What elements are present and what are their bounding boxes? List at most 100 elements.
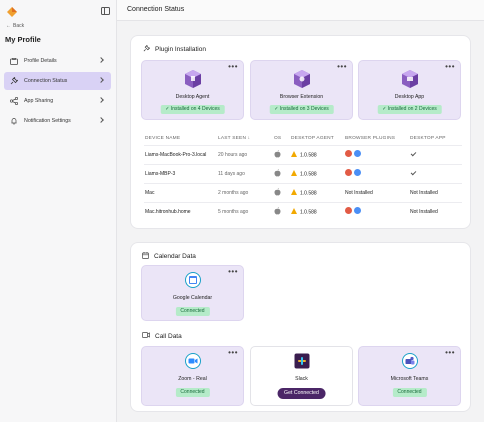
page-header: Connection Status xyxy=(117,0,484,21)
more-menu-icon[interactable]: ••• xyxy=(337,62,347,71)
status-label: Installed on 2 Devices xyxy=(387,106,437,112)
section-title: Call Data xyxy=(155,332,182,340)
last-seen: 2 months ago xyxy=(218,190,249,196)
agent-version: 1.0.588 xyxy=(291,170,317,177)
agent-version: 1.0.588 xyxy=(291,208,317,215)
microsoft-teams-icon xyxy=(401,353,418,369)
status-badge: Connected xyxy=(175,307,210,316)
sidebar-item-connection-status[interactable]: Connection Status xyxy=(4,72,111,90)
last-seen: 11 days ago xyxy=(218,171,245,177)
column-header: DESKTOP AGENT xyxy=(291,136,334,141)
agent-version: 1.0.588 xyxy=(291,189,317,196)
calendar-data-heading: Calendar Data xyxy=(142,252,196,261)
status-badge: Connected xyxy=(175,388,210,397)
google-calendar-tile[interactable]: ••• Google Calendar Connected xyxy=(141,265,244,321)
back-link[interactable]: ← Back xyxy=(6,23,24,29)
warning-icon xyxy=(291,151,297,157)
profile-title: My Profile xyxy=(5,35,41,44)
desktop-app-tile[interactable]: ••• Desktop App ✓ Installed on 2 Devices xyxy=(358,60,461,120)
last-seen: 20 hours ago xyxy=(218,152,248,158)
sidebar-item-app-sharing[interactable]: App Sharing xyxy=(4,92,111,110)
sidebar-item-label: Notification Settings xyxy=(24,118,71,124)
zoom-tile[interactable]: ••• Zoom - Real Connected xyxy=(141,346,244,406)
column-header-sortable[interactable]: LAST SEEN ↓ xyxy=(218,136,250,141)
column-header: OS xyxy=(274,136,282,141)
zoom-icon xyxy=(184,353,201,369)
desktop-agent-tile[interactable]: ••• Desktop Agent ✓ Installed on 4 Devic… xyxy=(141,60,244,120)
check-icon xyxy=(410,150,417,157)
sidebar-item-notification-settings[interactable]: Notification Settings xyxy=(4,112,111,130)
desktop-app-status: Not Installed xyxy=(410,190,438,196)
slack-tile[interactable]: Slack Get Connected xyxy=(250,346,353,406)
desktop-agent-icon xyxy=(184,70,201,88)
check-icon xyxy=(410,169,417,176)
browser-extension-icon xyxy=(293,70,310,88)
get-connected-button[interactable]: Get Connected xyxy=(277,388,326,399)
chrome-icon xyxy=(354,169,361,176)
warning-icon xyxy=(291,208,297,214)
chevron-right-icon xyxy=(98,117,104,123)
browser-plugins xyxy=(345,150,361,157)
table-row[interactable]: Mac 2 months ago 1.0.588 Not Installed N… xyxy=(144,183,462,202)
sidebar-nav: Profile Details Connection Status App Sh… xyxy=(4,52,111,132)
tile-name: Slack xyxy=(295,376,308,382)
tile-name: Microsoft Teams xyxy=(390,376,429,382)
microsoft-teams-tile[interactable]: ••• Microsoft Teams Connected xyxy=(358,346,461,406)
collapse-sidebar-icon[interactable] xyxy=(101,7,110,15)
browser-plugins xyxy=(345,169,361,176)
status-label: Installed on 4 Devices xyxy=(170,106,220,112)
share-icon xyxy=(10,97,18,105)
apple-icon xyxy=(274,207,281,215)
tile-name: Zoom - Real xyxy=(178,376,207,382)
bell-icon xyxy=(10,117,18,125)
firefox-icon xyxy=(345,150,352,157)
more-menu-icon[interactable]: ••• xyxy=(228,267,238,276)
apple-icon xyxy=(274,169,281,177)
section-title: Plugin Installation xyxy=(155,46,206,53)
arrow-left-icon: ← xyxy=(6,23,11,29)
more-menu-icon[interactable]: ••• xyxy=(445,62,455,71)
sidebar-item-label: Profile Details xyxy=(24,58,57,64)
browser-extension-tile[interactable]: ••• Browser Extension ✓ Installed on 3 D… xyxy=(250,60,353,120)
device-name: Liams-MacBook-Pro-3.local xyxy=(145,152,207,158)
app-logo[interactable] xyxy=(7,7,17,17)
page-title: Connection Status xyxy=(127,6,185,13)
more-menu-icon[interactable]: ••• xyxy=(228,348,238,357)
sort-arrow-icon: ↓ xyxy=(247,136,251,141)
chevron-right-icon xyxy=(98,57,104,63)
chrome-icon xyxy=(354,207,361,214)
column-header: BROWSER PLUGINS xyxy=(345,136,396,141)
tile-name: Google Calendar xyxy=(172,295,213,301)
warning-icon xyxy=(291,189,297,195)
table-row[interactable]: Liams-MBP-3 11 days ago 1.0.588 xyxy=(144,164,462,183)
tile-name: Desktop Agent xyxy=(175,94,210,100)
chevron-right-icon xyxy=(98,77,104,83)
apple-icon xyxy=(274,188,281,196)
sidebar-item-label: App Sharing xyxy=(24,98,54,104)
slack-icon xyxy=(294,353,309,369)
status-badge: Connected xyxy=(392,388,427,397)
browser-plugins xyxy=(345,207,361,214)
status-badge: ✓ Installed on 2 Devices xyxy=(377,105,442,114)
sidebar-item-label: Connection Status xyxy=(24,78,68,84)
chrome-icon xyxy=(354,150,361,157)
chevron-right-icon xyxy=(98,97,104,103)
warning-icon xyxy=(291,170,297,176)
browser-plugins-status: Not Installed xyxy=(345,190,373,196)
call-data-heading: Call Data xyxy=(142,332,182,340)
id-card-icon xyxy=(10,57,18,65)
google-calendar-icon xyxy=(184,272,201,288)
column-header: LAST SEEN xyxy=(218,136,247,141)
last-seen: 5 months ago xyxy=(218,209,249,215)
tile-name: Browser Extension xyxy=(279,94,324,100)
table-row[interactable]: Liams-MacBook-Pro-3.local 20 hours ago 1… xyxy=(144,145,462,164)
video-icon xyxy=(142,332,150,340)
sidebar-item-profile-details[interactable]: Profile Details xyxy=(4,52,111,70)
more-menu-icon[interactable]: ••• xyxy=(445,348,455,357)
desktop-app-icon xyxy=(401,70,418,88)
more-menu-icon[interactable]: ••• xyxy=(228,62,238,71)
table-row[interactable]: Mac.hitronhub.home 5 months ago 1.0.588 … xyxy=(144,202,462,221)
desktop-app-status: Not Installed xyxy=(410,209,438,215)
back-label: Back xyxy=(13,23,25,29)
device-name: Liams-MBP-3 xyxy=(145,171,176,177)
